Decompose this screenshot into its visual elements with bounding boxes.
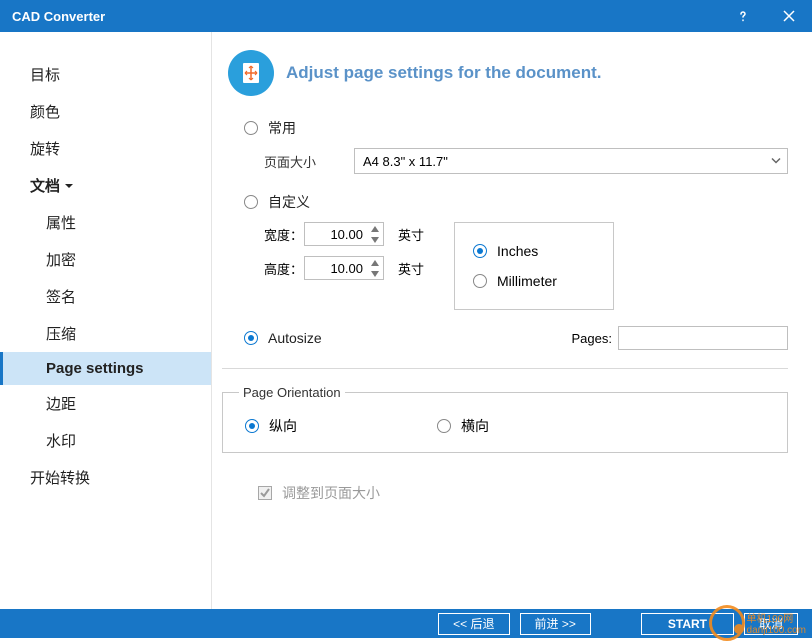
radio-custom-label: 自定义 xyxy=(268,192,310,212)
radio-portrait[interactable] xyxy=(245,419,259,433)
nav-page-settings[interactable]: Page settings xyxy=(0,352,211,385)
height-unit: 英寸 xyxy=(398,259,424,278)
nav-target[interactable]: 目标 xyxy=(0,56,211,93)
start-button[interactable]: START xyxy=(641,613,734,635)
app-title: CAD Converter xyxy=(12,9,105,24)
autosize-label: Autosize xyxy=(268,330,322,346)
help-button[interactable] xyxy=(720,0,766,32)
nav-rotate[interactable]: 旋转 xyxy=(0,130,211,167)
back-button[interactable]: << 后退 xyxy=(438,613,509,635)
forward-button[interactable]: 前进 >> xyxy=(520,613,591,635)
inches-label: Inches xyxy=(497,243,538,259)
nav-start-convert[interactable]: 开始转换 xyxy=(0,459,211,496)
height-spin-down[interactable] xyxy=(367,268,383,279)
nav-compress[interactable]: 压缩 xyxy=(0,315,211,352)
nav-encrypt[interactable]: 加密 xyxy=(0,241,211,278)
height-input[interactable]: 10.00 xyxy=(304,256,384,280)
width-unit: 英寸 xyxy=(398,225,424,244)
radio-landscape[interactable] xyxy=(437,419,451,433)
close-button[interactable] xyxy=(766,0,812,32)
width-spin-down[interactable] xyxy=(367,234,383,245)
fit-to-page-label: 调整到页面大小 xyxy=(282,483,380,503)
height-label: 高度： xyxy=(244,259,304,278)
width-input[interactable]: 10.00 xyxy=(304,222,384,246)
orientation-legend: Page Orientation xyxy=(239,385,345,400)
radio-inches[interactable] xyxy=(473,244,487,258)
portrait-label: 纵向 xyxy=(269,416,297,436)
nav-properties[interactable]: 属性 xyxy=(0,204,211,241)
nav-margins[interactable]: 边距 xyxy=(0,385,211,422)
units-group: Inches Millimeter xyxy=(454,222,614,310)
nav-watermark[interactable]: 水印 xyxy=(0,422,211,459)
fit-to-page-checkbox xyxy=(258,486,272,500)
cancel-button[interactable]: 取消 xyxy=(744,613,798,635)
page-size-label: 页面大小 xyxy=(264,152,354,171)
pages-label: Pages: xyxy=(572,331,612,346)
nav-color[interactable]: 颜色 xyxy=(0,93,211,130)
radio-common-label: 常用 xyxy=(268,118,296,138)
chevron-down-icon xyxy=(771,154,781,169)
radio-millimeter[interactable] xyxy=(473,274,487,288)
orientation-group: Page Orientation 纵向 横向 xyxy=(222,385,788,453)
radio-custom[interactable] xyxy=(244,195,258,209)
pages-input[interactable] xyxy=(618,326,788,350)
chevron-down-icon xyxy=(64,181,74,191)
landscape-label: 横向 xyxy=(461,416,489,436)
sidebar: 目标 颜色 旋转 文档 属性 加密 签名 压缩 Page settings 边距… xyxy=(0,32,212,609)
page-size-select[interactable]: A4 8.3" x 11.7" xyxy=(354,148,788,174)
width-label: 宽度： xyxy=(244,225,304,244)
nav-document[interactable]: 文档 xyxy=(0,167,211,204)
millimeter-label: Millimeter xyxy=(497,273,557,289)
width-spin-up[interactable] xyxy=(367,223,383,234)
page-title: Adjust page settings for the document. xyxy=(286,63,601,83)
radio-autosize[interactable] xyxy=(244,331,258,345)
page-settings-icon xyxy=(228,50,274,96)
nav-signature[interactable]: 签名 xyxy=(0,278,211,315)
radio-common[interactable] xyxy=(244,121,258,135)
height-spin-up[interactable] xyxy=(367,257,383,268)
